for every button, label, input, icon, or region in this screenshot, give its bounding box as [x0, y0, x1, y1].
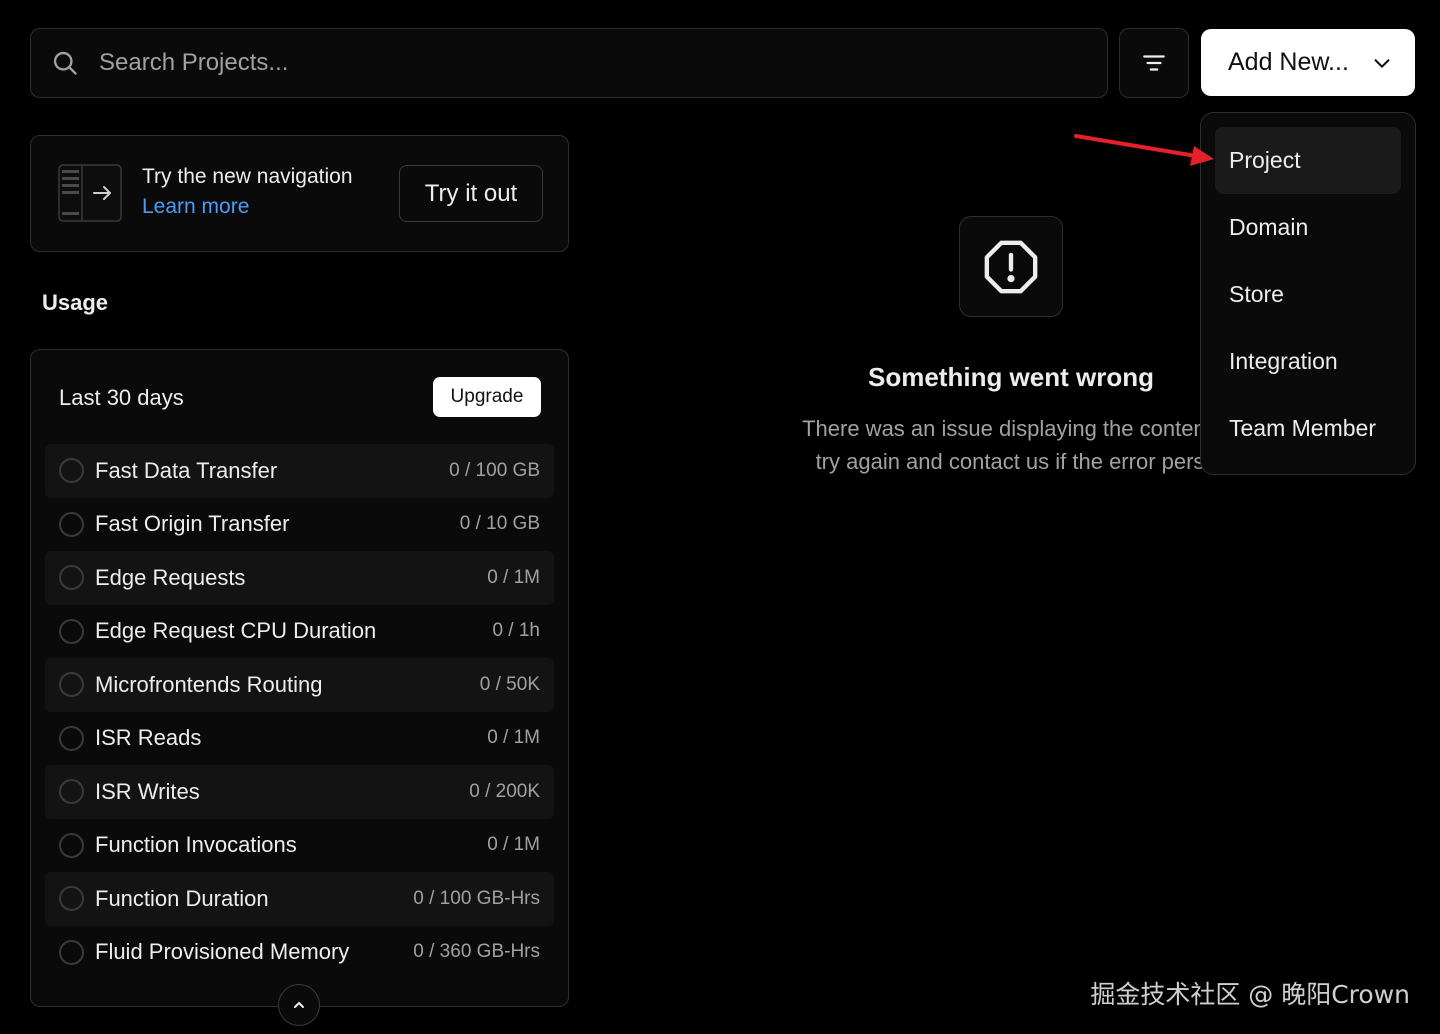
usage-row[interactable]: Fast Data Transfer 0 / 100 GB — [45, 444, 554, 498]
usage-label: Edge Requests — [95, 564, 246, 590]
usage-list: Fast Data Transfer 0 / 100 GB Fast Origi… — [45, 444, 554, 979]
nav-promo-title: Try the new navigation — [142, 165, 353, 188]
usage-label: Microfrontends Routing — [95, 671, 323, 697]
usage-label: Function Invocations — [95, 832, 297, 858]
usage-value: 0 / 100 GB-Hrs — [413, 887, 540, 909]
upgrade-button[interactable]: Upgrade — [433, 377, 541, 417]
learn-more-link[interactable]: Learn more — [142, 195, 249, 219]
usage-ring-icon — [59, 618, 84, 644]
usage-ring-icon — [59, 565, 84, 591]
usage-ring-icon — [59, 458, 84, 484]
usage-row[interactable]: Edge Request CPU Duration 0 / 1h — [45, 605, 554, 659]
search-input[interactable] — [99, 49, 1107, 77]
usage-row[interactable]: Function Invocations 0 / 1M — [45, 819, 554, 873]
watermark: 掘金技术社区 @ 晚阳Crown — [1090, 980, 1410, 1009]
chevron-down-icon — [1374, 58, 1390, 68]
annotation-arrow-icon — [1074, 134, 1214, 166]
usage-card: Last 30 days Upgrade Fast Data Transfer … — [30, 349, 569, 1007]
usage-row[interactable]: Edge Requests 0 / 1M — [45, 551, 554, 605]
usage-label: Fluid Provisioned Memory — [95, 939, 350, 965]
add-new-button[interactable]: Add New... — [1201, 29, 1415, 96]
menu-item-integration[interactable]: Integration — [1215, 328, 1401, 395]
usage-ring-icon — [59, 886, 84, 912]
usage-ring-icon — [59, 939, 84, 965]
usage-ring-icon — [59, 725, 84, 751]
menu-item-project[interactable]: Project — [1215, 127, 1401, 194]
usage-value: 0 / 100 GB — [449, 459, 540, 481]
usage-value: 0 / 1M — [487, 727, 540, 749]
error-title: Something went wrong — [868, 362, 1154, 392]
dashboard-page: Add New... Project Domain Store Integrat… — [0, 0, 1440, 1034]
usage-ring-icon — [59, 832, 84, 858]
usage-row[interactable]: ISR Reads 0 / 1M — [45, 712, 554, 766]
exclamation-octagon-icon — [984, 240, 1038, 293]
filter-button[interactable] — [1119, 28, 1189, 98]
usage-value: 0 / 360 GB-Hrs — [413, 941, 540, 963]
usage-heading: Usage — [42, 290, 109, 315]
usage-ring-icon — [59, 672, 84, 698]
usage-value: 0 / 1h — [492, 620, 540, 642]
usage-period: Last 30 days — [59, 385, 184, 410]
usage-row[interactable]: Microfrontends Routing 0 / 50K — [45, 658, 554, 712]
menu-item-store[interactable]: Store — [1215, 261, 1401, 328]
usage-value: 0 / 1M — [487, 834, 540, 856]
chevron-up-icon — [294, 1002, 304, 1008]
usage-row[interactable]: Fast Origin Transfer 0 / 10 GB — [45, 498, 554, 552]
usage-value: 0 / 10 GB — [459, 513, 540, 535]
usage-value: 0 / 200K — [469, 780, 540, 802]
usage-row[interactable]: ISR Writes 0 / 200K — [45, 765, 554, 819]
usage-row[interactable]: Function Duration 0 / 100 GB-Hrs — [45, 872, 554, 926]
new-navigation-card: Try the new navigation Learn more Try it… — [30, 135, 569, 252]
error-icon-box — [959, 216, 1063, 317]
filter-icon — [1143, 55, 1165, 71]
collapse-usage-button[interactable] — [278, 984, 320, 1026]
try-it-out-button[interactable]: Try it out — [399, 165, 543, 222]
usage-label: Fast Data Transfer — [95, 457, 278, 483]
usage-ring-icon — [59, 779, 84, 805]
usage-label: Function Duration — [95, 885, 269, 911]
usage-label: ISR Reads — [95, 725, 202, 751]
menu-item-team-member[interactable]: Team Member — [1215, 395, 1401, 462]
usage-value: 0 / 1M — [487, 566, 540, 588]
navigation-layout-icon — [58, 164, 122, 222]
usage-value: 0 / 50K — [479, 673, 540, 695]
usage-ring-icon — [59, 511, 84, 537]
add-new-label: Add New... — [1228, 48, 1349, 76]
menu-item-domain[interactable]: Domain — [1215, 194, 1401, 261]
usage-label: Edge Request CPU Duration — [95, 618, 377, 644]
add-new-menu: Project Domain Store Integration Team Me… — [1200, 112, 1416, 475]
usage-label: ISR Writes — [95, 778, 200, 804]
usage-row[interactable]: Fluid Provisioned Memory 0 / 360 GB-Hrs — [45, 926, 554, 980]
search-icon — [53, 51, 77, 75]
usage-label: Fast Origin Transfer — [95, 511, 290, 537]
search-bar[interactable] — [30, 28, 1108, 98]
